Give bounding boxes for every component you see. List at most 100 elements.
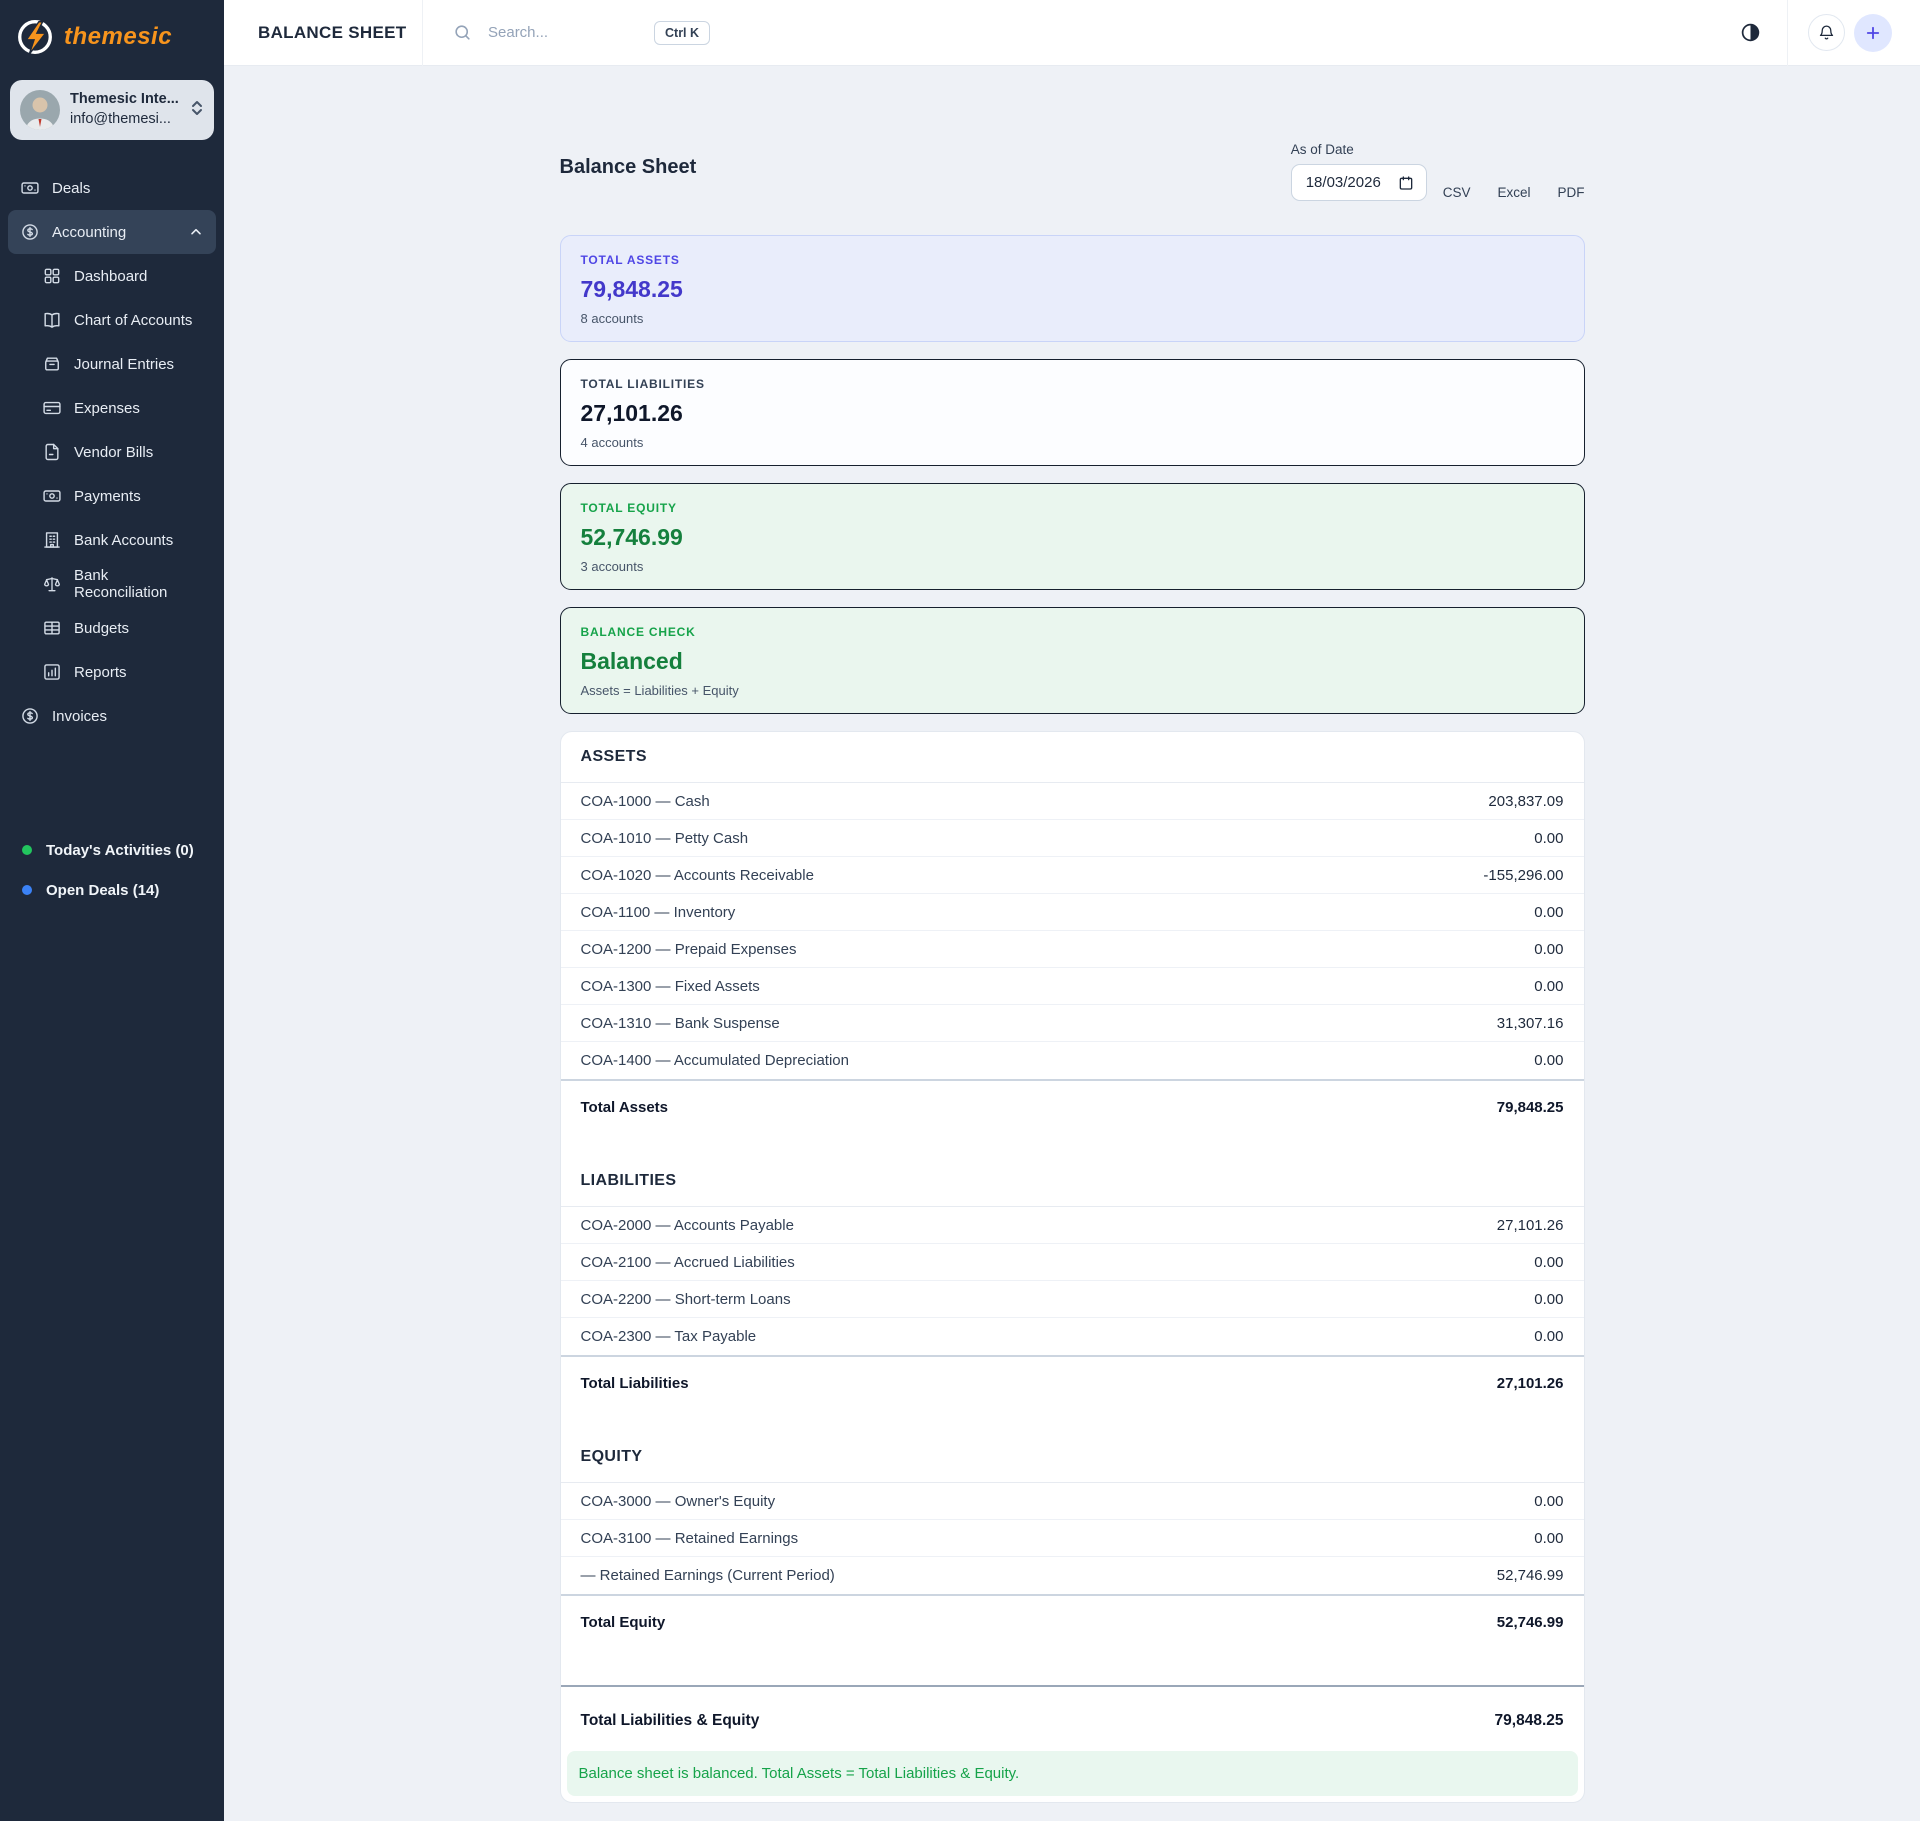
sidebar-item-invoices[interactable]: Invoices [8,694,216,738]
row-label: COA-2300 — Tax Payable [581,1328,757,1345]
sidebar-footer: Today's Activities (0) Open Deals (14) [0,830,224,910]
user-card[interactable]: Themesic Inte... info@themesi... [10,80,214,140]
grand-total-label: Total Liabilities & Equity [581,1712,760,1730]
row-amount: 0.00 [1534,1052,1563,1069]
sidebar-footer-item-open-deals-14[interactable]: Open Deals (14) [22,870,202,910]
table-row: COA-2100 — Accrued Liabilities 0.00 [561,1244,1584,1281]
header-actions [1740,0,1920,66]
table-row: COA-2200 — Short-term Loans0.00 [561,1281,1584,1318]
card-value: 27,101.26 [581,400,1564,427]
card-value: Balanced [581,648,1564,675]
sidebar-item-vendor-bills[interactable]: Vendor Bills [8,430,216,474]
export-excel-button[interactable]: Excel [1497,185,1530,200]
sidebar: themesic Themesic Inte... info@themesi..… [0,0,224,1821]
row-label: COA-1100 — Inventory [581,904,736,921]
add-button[interactable] [1854,14,1892,52]
summary-card-total-liabilities: TOTAL LIABILITIES27,101.264 accounts [560,359,1585,466]
total-row: Total Liabilities27,101.26 [561,1355,1584,1410]
calendar-icon[interactable] [1398,175,1414,191]
row-amount: -155,296.00 [1483,867,1563,884]
table-row: COA-2000 — Accounts Payable27,101.26 [561,1207,1584,1244]
card-label: BALANCE CHECK [581,625,1564,639]
credit-card-icon [42,398,62,418]
theme-toggle-button[interactable] [1740,22,1761,43]
grid-icon [42,266,62,286]
section-header: ASSETS [561,732,1584,783]
sidebar-item-expenses[interactable]: Expenses [8,386,216,430]
total-row: Total Equity52,746.99 [561,1594,1584,1649]
card-value: 79,848.25 [581,276,1564,303]
sidebar-item-bank-reconciliation[interactable]: Bank Reconciliation [8,562,216,606]
row-label: COA-2100 — Accrued Liabilities [581,1254,795,1271]
sidebar-item-accounting[interactable]: Accounting [8,210,216,254]
card-subtext: 4 accounts [581,435,1564,450]
archive-icon [42,354,62,374]
section-rows: COA-2000 — Accounts Payable27,101.26COA-… [561,1207,1584,1355]
sidebar-item-chart-of-accounts[interactable]: Chart of Accounts [8,298,216,342]
lightning-bolt-logo-icon [14,16,56,58]
sidebar-item-label: Bank Accounts [74,532,173,549]
balanced-note: Balance sheet is balanced. Total Assets … [567,1751,1578,1796]
banknote-icon [42,486,62,506]
sidebar-item-reports[interactable]: Reports [8,650,216,694]
row-amount: 0.00 [1534,1254,1563,1271]
bell-icon [1818,24,1835,41]
export-csv-button[interactable]: CSV [1443,185,1471,200]
sidebar-item-payments[interactable]: Payments [8,474,216,518]
table-row: — Retained Earnings (Current Period)52,7… [561,1557,1584,1594]
table-row: COA-1400 — Accumulated Depreciation 0.00 [561,1042,1584,1079]
sidebar-footer-label: Open Deals (14) [46,882,159,899]
row-label: COA-3000 — Owner's Equity [581,1493,776,1510]
total-label: Total Assets [581,1099,669,1116]
avatar [20,90,60,130]
sidebar-footer-item-today-s-activities-0[interactable]: Today's Activities (0) [22,830,202,870]
book-open-icon [42,310,62,330]
logo-text: themesic [64,23,172,51]
card-subtext: 8 accounts [581,311,1564,326]
row-label: COA-2000 — Accounts Payable [581,1217,794,1234]
row-amount: 0.00 [1534,978,1563,995]
bar-chart-icon [42,662,62,682]
sidebar-item-deals[interactable]: Deals [8,166,216,210]
half-circle-icon [1740,22,1761,43]
table-row: COA-1100 — Inventory0.00 [561,894,1584,931]
as-of-date-block: As of Date CSV Excel PDF [1291,142,1585,201]
notifications-button[interactable] [1808,14,1845,51]
total-row: Total Assets79,848.25 [561,1079,1584,1134]
sidebar-item-bank-accounts[interactable]: Bank Accounts [8,518,216,562]
sidebar-item-journal-entries[interactable]: Journal Entries [8,342,216,386]
table-row: COA-1200 — Prepaid Expenses0.00 [561,931,1584,968]
sidebar-item-label: Expenses [74,400,140,417]
search-input[interactable] [486,23,636,42]
sidebar-item-dashboard[interactable]: Dashboard [8,254,216,298]
row-amount: 203,837.09 [1488,793,1563,810]
row-label: COA-1020 — Accounts Receivable [581,867,814,884]
table-row: COA-2300 — Tax Payable0.00 [561,1318,1584,1355]
as-of-date-label: As of Date [1291,142,1585,157]
row-label: COA-1400 — Accumulated Depreciation [581,1052,849,1069]
table-row: COA-1020 — Accounts Receivable -155,296.0… [561,857,1584,894]
top-header: BALANCE SHEET Ctrl K [224,0,1920,66]
sidebar-item-label: Journal Entries [74,356,174,373]
plus-icon [1864,24,1882,42]
row-label: — Retained Earnings (Current Period) [581,1567,835,1584]
total-amount: 27,101.26 [1497,1375,1564,1392]
building-icon [42,530,62,550]
user-meta: Themesic Inte... info@themesi... [70,90,179,129]
summary-cards: TOTAL ASSETS79,848.258 accountsTOTAL LIA… [560,235,1585,714]
search-icon [453,23,472,42]
dollar-circle-icon [20,222,40,242]
sidebar-item-budgets[interactable]: Budgets [8,606,216,650]
sidebar-item-label: Bank Reconciliation [74,567,204,601]
export-pdf-button[interactable]: PDF [1558,185,1585,200]
row-label: COA-1200 — Prepaid Expenses [581,941,797,958]
date-input[interactable] [1304,173,1388,192]
sidebar-item-label: Accounting [52,224,126,241]
row-label: COA-2200 — Short-term Loans [581,1291,791,1308]
sidebar-item-label: Budgets [74,620,129,637]
total-label: Total Equity [581,1614,666,1631]
sidebar-item-label: Deals [52,180,90,197]
sidebar-item-label: Chart of Accounts [74,312,192,329]
global-search: Ctrl K [423,21,710,45]
card-subtext: 3 accounts [581,559,1564,574]
